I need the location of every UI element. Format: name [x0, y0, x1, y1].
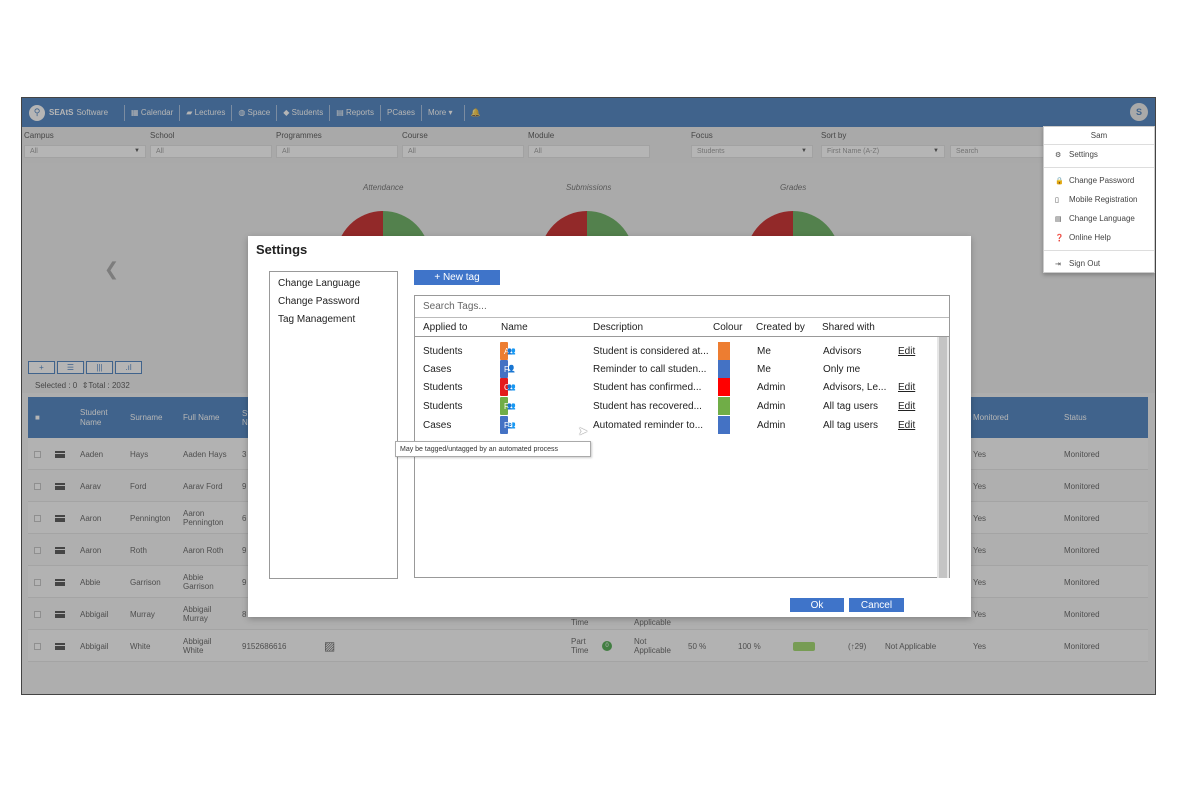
menu-online-help[interactable]: ❓ Online Help [1044, 228, 1154, 247]
tag-management-panel: Search Tags... Applied to Name Descripti… [414, 295, 950, 578]
settings-menu-tag-management[interactable]: Tag Management [270, 310, 397, 328]
tag-pill[interactable]: Recovered 👥 [500, 397, 543, 415]
tag-search-input[interactable]: Search Tags... [415, 296, 949, 318]
colour-swatch [718, 397, 730, 415]
edit-link[interactable]: Edit [898, 397, 915, 415]
mobile-icon: ▯ [1055, 196, 1059, 204]
document-icon: ▤ [1055, 215, 1062, 223]
col-created-by[interactable]: Created by [756, 318, 805, 337]
tag-row[interactable]: Students At Risk 👥 Student is considered … [415, 342, 937, 360]
settings-menu: Change Language Change Password Tag Mana… [269, 271, 398, 579]
automation-tooltip: May be tagged/untagged by an automated p… [395, 441, 591, 457]
lock-icon: 🔒 [1055, 177, 1064, 185]
new-tag-button[interactable]: + New tag [414, 270, 500, 285]
settings-menu-change-language[interactable]: Change Language [270, 274, 397, 292]
tag-pill[interactable]: COVID-19 👥 [500, 378, 541, 396]
tag-list-scrollbar[interactable] [937, 337, 949, 578]
col-description[interactable]: Description [593, 318, 643, 337]
menu-mobile-registration[interactable]: ▯ Mobile Registration [1044, 190, 1154, 209]
edit-link[interactable]: Edit [898, 342, 915, 360]
col-name[interactable]: Name [501, 318, 528, 337]
tag-row[interactable]: Students COVID-19 👥 Student has confirmed… [415, 378, 937, 396]
menu-sign-out[interactable]: ⇥ Sign Out [1044, 254, 1154, 273]
help-icon: ❓ [1055, 234, 1064, 242]
sign-out-icon: ⇥ [1055, 260, 1061, 268]
edit-link[interactable]: Edit [898, 378, 915, 396]
tag-row[interactable]: Cases Follow-up Call 👤 Reminder to call s… [415, 360, 937, 378]
edit-link[interactable]: Edit [898, 416, 915, 434]
col-shared-with[interactable]: Shared with [822, 318, 875, 337]
mouse-pointer-icon: ➤ [578, 424, 589, 438]
menu-settings[interactable]: ⚙ Settings [1044, 145, 1154, 164]
group-icon: 👥 [507, 384, 516, 391]
scrollbar-thumb[interactable] [939, 337, 947, 578]
colour-swatch [718, 360, 730, 378]
tag-table-header: Applied to Name Description Colour Creat… [415, 318, 949, 337]
settings-dialog: Settings Change Language Change Password… [248, 236, 971, 617]
settings-menu-change-password[interactable]: Change Password [270, 292, 397, 310]
tag-row[interactable]: Students Recovered 👥 Student has recovere… [415, 397, 937, 415]
group-icon: 👥 [507, 403, 516, 410]
user-menu-name: Sam [1044, 127, 1154, 145]
tag-pill[interactable]: Follow-up 1 day 👥 ⚙ [500, 416, 560, 434]
automation-icon: ⚙ [507, 422, 514, 429]
group-icon: 👥 [507, 348, 516, 355]
dialog-title: Settings [256, 242, 308, 257]
gear-icon: ⚙ [1055, 151, 1062, 159]
tag-row[interactable]: Cases Follow-up 1 day 👥 ⚙ Automated remind… [415, 416, 937, 434]
ok-button[interactable]: Ok [790, 598, 844, 612]
colour-swatch [718, 342, 730, 360]
colour-swatch [718, 416, 730, 434]
menu-change-password[interactable]: 🔒 Change Password [1044, 171, 1154, 190]
tag-pill[interactable]: Follow-up Call 👤 [500, 360, 555, 378]
col-applied-to[interactable]: Applied to [423, 318, 467, 337]
tag-pill[interactable]: At Risk 👥 [500, 342, 529, 360]
colour-swatch [718, 378, 730, 396]
menu-change-language[interactable]: ▤ Change Language [1044, 209, 1154, 228]
cancel-button[interactable]: Cancel [849, 598, 904, 612]
person-icon: 👤 [507, 366, 516, 373]
col-colour[interactable]: Colour [713, 318, 742, 337]
user-menu: Sam ⚙ Settings 🔒 Change Password ▯ Mobile R… [1043, 126, 1155, 273]
